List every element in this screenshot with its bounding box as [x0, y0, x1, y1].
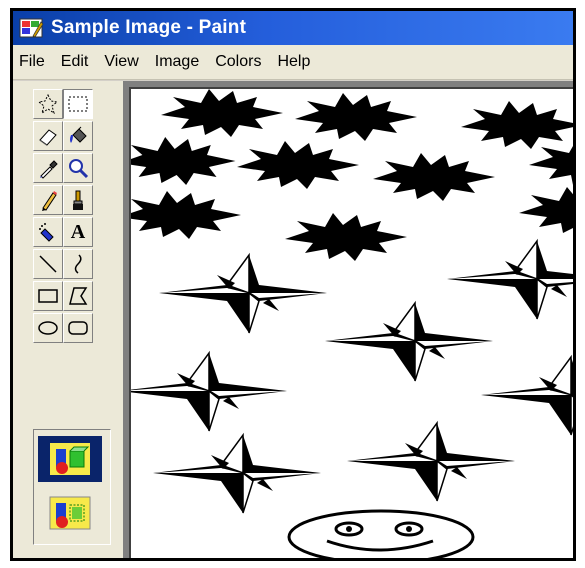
rounded-rect-icon — [68, 321, 88, 335]
tool-curve[interactable] — [63, 249, 93, 279]
magnifier-icon — [69, 159, 89, 179]
window-title: Sample Image - Paint — [51, 17, 247, 38]
tool-line[interactable] — [33, 249, 63, 279]
polygon-icon — [69, 287, 88, 305]
pencil-icon — [42, 191, 57, 211]
transparent-selection-icon — [49, 496, 91, 530]
brush-icon — [73, 190, 83, 210]
menu-view[interactable]: View — [96, 49, 146, 75]
tool-ellipse[interactable] — [33, 313, 63, 343]
tool-select[interactable] — [63, 89, 93, 119]
menu-help[interactable]: Help — [269, 49, 318, 75]
title-bar[interactable]: Sample Image - Paint — [13, 11, 573, 45]
eyedropper-icon — [40, 160, 58, 179]
rectangle-icon — [38, 289, 58, 303]
menu-colors[interactable]: Colors — [207, 49, 269, 75]
paint-window: Sample Image - Paint File Edit View Imag… — [10, 8, 576, 561]
tool-free-form-select[interactable] — [33, 89, 63, 119]
curve-icon — [74, 254, 82, 274]
menu-image[interactable]: Image — [147, 49, 207, 75]
tool-pick-color[interactable] — [33, 153, 63, 183]
menu-edit[interactable]: Edit — [53, 49, 97, 75]
drawing-canvas[interactable] — [129, 87, 573, 558]
canvas-drawing — [131, 89, 573, 558]
tool-pencil[interactable] — [33, 185, 63, 215]
airbrush-icon — [39, 223, 54, 242]
tool-box: A — [13, 81, 123, 558]
canvas-area — [123, 81, 573, 558]
rect-select-icon — [68, 96, 88, 112]
tool-options — [33, 429, 111, 545]
paint-app-icon — [19, 18, 44, 38]
transparent-selection-option[interactable] — [38, 490, 102, 536]
menu-file[interactable]: File — [13, 49, 53, 75]
tool-rectangle[interactable] — [33, 281, 63, 311]
eraser-icon — [39, 129, 57, 146]
opaque-selection-option[interactable] — [38, 436, 102, 482]
menu-bar: File Edit View Image Colors Help — [13, 45, 573, 80]
ellipse-icon — [38, 321, 58, 335]
paint-bucket-icon — [70, 126, 87, 143]
line-icon — [39, 255, 57, 273]
tool-airbrush[interactable] — [33, 217, 63, 247]
tool-brush[interactable] — [63, 185, 93, 215]
tool-polygon[interactable] — [63, 281, 93, 311]
opaque-selection-icon — [50, 443, 90, 475]
tool-text[interactable]: A — [63, 217, 93, 247]
tool-magnifier[interactable] — [63, 153, 93, 183]
freeform-select-icon — [37, 93, 59, 115]
tool-rounded-rectangle[interactable] — [63, 313, 93, 343]
tool-fill-with-color[interactable] — [63, 121, 93, 151]
tool-eraser[interactable] — [33, 121, 63, 151]
text-icon: A — [70, 220, 86, 243]
